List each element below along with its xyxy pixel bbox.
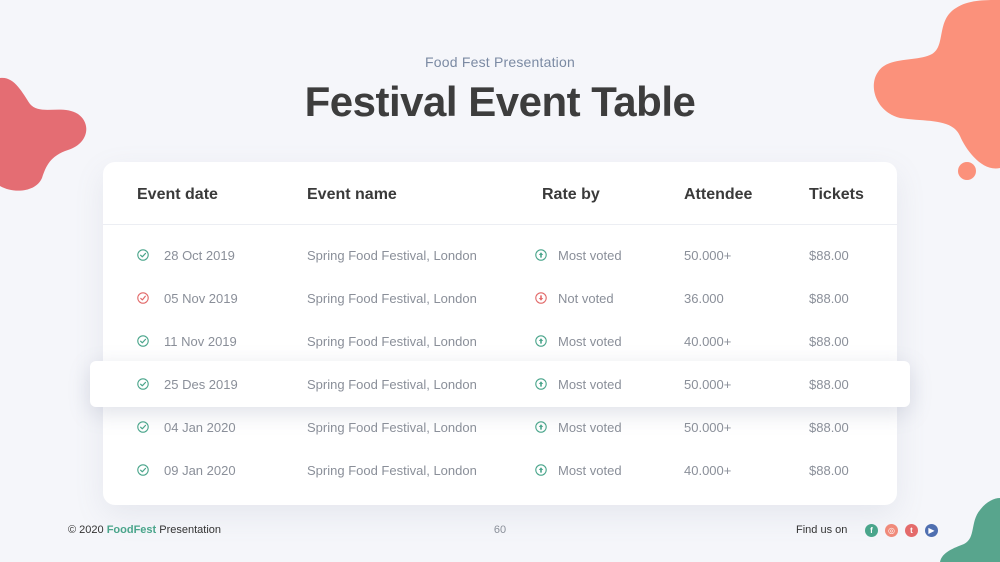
event-name: Spring Food Festival, London [307, 420, 477, 435]
ticket-price: $88.00 [809, 377, 849, 392]
ticket-price: $88.00 [809, 334, 849, 349]
rate-by: Most voted [558, 420, 622, 435]
ticket-price: $88.00 [809, 420, 849, 435]
presentation-subtitle: Food Fest Presentation [425, 54, 575, 70]
event-name: Spring Food Festival, London [307, 463, 477, 478]
column-header-rate-by: Rate by [542, 186, 600, 203]
table-row[interactable]: 04 Jan 2020 Spring Food Festival, London M… [103, 407, 897, 450]
rate-by: Most voted [558, 248, 622, 263]
column-header-event-name: Event name [307, 186, 397, 203]
check-circle-icon [137, 249, 149, 261]
event-name: Spring Food Festival, London [307, 334, 477, 349]
attendee-count: 50.000+ [684, 377, 732, 392]
column-header-event-date: Event date [137, 186, 218, 203]
vote-down-icon [535, 292, 547, 304]
event-date: 25 Des 2019 [164, 377, 238, 392]
cross-circle-icon [137, 292, 149, 304]
attendee-count: 40.000+ [684, 463, 732, 478]
check-circle-icon [137, 421, 149, 433]
check-circle-icon [137, 335, 149, 347]
event-date: 28 Oct 2019 [164, 248, 235, 263]
table-row[interactable]: 25 Des 2019 Spring Food Festival, London M… [90, 361, 910, 407]
table-header: Event date Event name Rate by Attendee T… [103, 162, 897, 225]
instagram-icon[interactable]: ◎ [885, 524, 898, 537]
rate-by: Most voted [558, 334, 622, 349]
attendee-count: 36.000 [684, 291, 724, 306]
rate-by: Most voted [558, 377, 622, 392]
event-name: Spring Food Festival, London [307, 377, 477, 392]
page-title: Festival Event Table [304, 78, 696, 125]
twitter-icon[interactable]: t [905, 524, 918, 537]
event-name: Spring Food Festival, London [307, 291, 477, 306]
facebook-icon[interactable]: f [865, 524, 878, 537]
table-row[interactable]: 11 Nov 2019 Spring Food Festival, London M… [103, 321, 897, 364]
check-circle-icon [137, 378, 149, 390]
ticket-price: $88.00 [809, 291, 849, 306]
attendee-count: 50.000+ [684, 420, 732, 435]
page-number: 60 [493, 524, 507, 536]
event-date: 09 Jan 2020 [164, 463, 236, 478]
attendee-count: 40.000+ [684, 334, 732, 349]
vote-up-icon [535, 335, 547, 347]
column-header-tickets: Tickets [809, 186, 864, 203]
rate-by: Not voted [558, 291, 614, 306]
ticket-price: $88.00 [809, 463, 849, 478]
youtube-icon[interactable]: ▶ [925, 524, 938, 537]
event-name: Spring Food Festival, London [307, 248, 477, 263]
event-table-card: Event date Event name Rate by Attendee T… [90, 162, 910, 505]
event-date: 04 Jan 2020 [164, 420, 236, 435]
ticket-price: $88.00 [809, 248, 849, 263]
event-date: 11 Nov 2019 [164, 334, 237, 349]
vote-up-icon [535, 378, 547, 390]
vote-up-icon [535, 421, 547, 433]
event-date: 05 Nov 2019 [164, 291, 238, 306]
vote-up-icon [535, 464, 547, 476]
table-row[interactable]: 09 Jan 2020 Spring Food Festival, London M… [103, 450, 897, 493]
table-row[interactable]: 05 Nov 2019 Spring Food Festival, London N… [103, 278, 897, 321]
rate-by: Most voted [558, 463, 622, 478]
column-header-attendee: Attendee [684, 186, 753, 203]
attendee-count: 50.000+ [684, 248, 732, 263]
find-us-label: Find us on [796, 524, 848, 536]
vote-up-icon [535, 249, 547, 261]
table-row[interactable]: 28 Oct 2019 Spring Food Festival, London M… [103, 235, 897, 278]
check-circle-icon [137, 464, 149, 476]
